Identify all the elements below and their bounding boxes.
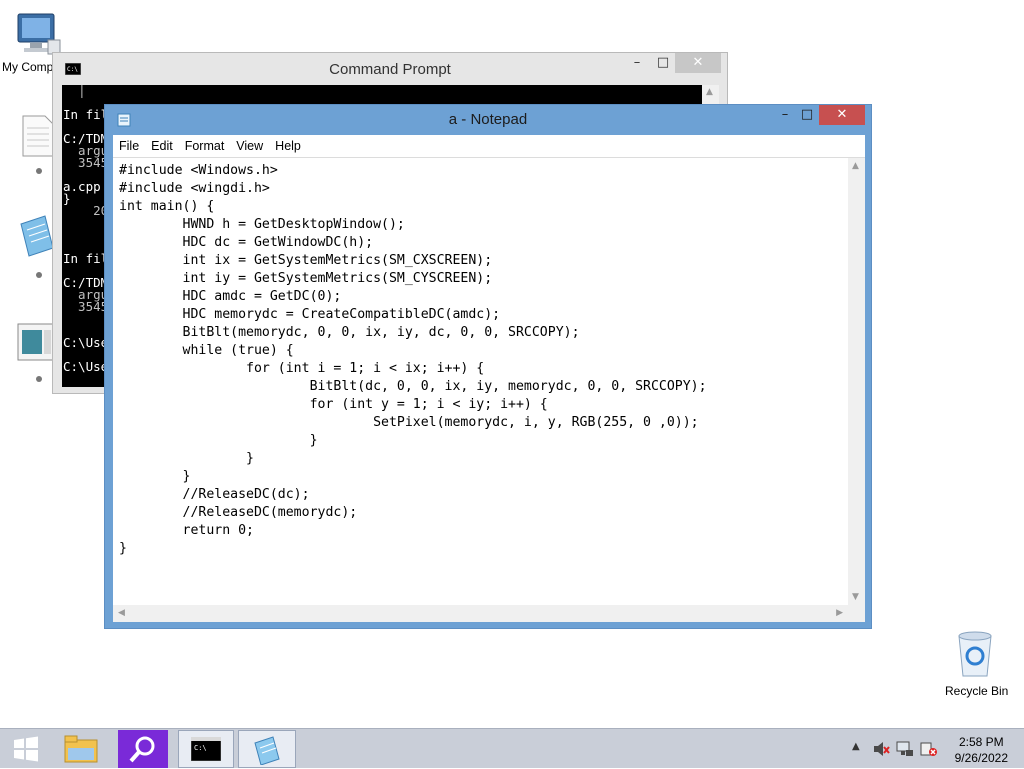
notepad-icon	[254, 736, 280, 765]
notepad-vertical-scrollbar[interactable]: ▲ ▼	[848, 158, 865, 605]
svg-text:C:\: C:\	[194, 744, 207, 752]
scrollbar-corner	[848, 605, 865, 622]
menu-format[interactable]: Format	[179, 135, 231, 157]
cmd-maximize-button[interactable]: □	[649, 53, 677, 73]
scroll-up-icon[interactable]: ▲	[706, 87, 713, 97]
scroll-up-icon[interactable]: ▲	[852, 161, 859, 171]
picture-icon	[17, 323, 55, 361]
windows-logo-icon	[14, 736, 38, 762]
trash-icon	[958, 631, 992, 677]
shortcut-overlay-icon	[36, 272, 42, 278]
scroll-right-icon[interactable]: ▶	[836, 608, 843, 618]
action-center-icon[interactable]	[920, 741, 938, 757]
notepad-menubar: File Edit Format View Help	[113, 135, 865, 158]
show-hidden-icons-icon[interactable]: ▲	[852, 741, 860, 752]
menu-view[interactable]: View	[230, 135, 269, 157]
folder-icon	[64, 735, 98, 763]
file-explorer-button[interactable]	[58, 730, 106, 768]
taskbar-clock[interactable]: 2:58 PM 9/26/2022	[955, 734, 1008, 766]
scroll-left-icon[interactable]: ◀	[118, 608, 125, 618]
menu-file[interactable]: File	[113, 135, 145, 157]
notepad-icon	[20, 215, 54, 257]
notepad-taskbar-button[interactable]	[238, 730, 296, 768]
clock-time: 2:58 PM	[958, 735, 1004, 749]
network-icon[interactable]	[896, 741, 914, 757]
my-computer-label: My Computer	[2, 60, 52, 74]
shortcut-overlay-icon	[36, 376, 42, 382]
notepad-maximize-button[interactable]: □	[793, 105, 821, 125]
clock-date: 9/26/2022	[954, 751, 1008, 765]
notepad-horizontal-scrollbar[interactable]: ◀ ▶	[113, 605, 848, 622]
taskbar: C:\ ▲ 2:58 PM 9/26/2022	[0, 728, 1024, 768]
notepad-title: a - Notepad	[448, 111, 528, 128]
notepad-window[interactable]: a - Notepad – □ ✕ File Edit Format View Help…	[104, 104, 872, 629]
menu-help[interactable]: Help	[269, 135, 307, 157]
command-prompt-taskbar-button[interactable]: C:\	[178, 730, 234, 768]
notepad-content[interactable]: #include <Windows.h> #include <wingdi.h>…	[113, 158, 865, 558]
console-line: │	[63, 85, 86, 98]
system-tray: ▲ 2:58 PM 9/26/2022	[846, 729, 1024, 769]
cmd-close-button[interactable]: ✕	[675, 53, 721, 73]
start-button[interactable]	[2, 730, 50, 768]
notepad-close-button[interactable]: ✕	[819, 105, 865, 125]
recycle-bin-icon[interactable]: Recycle Bin	[940, 630, 1010, 700]
volume-muted-icon[interactable]	[872, 741, 890, 757]
recycle-bin-label: Recycle Bin	[945, 684, 1009, 698]
notepad-text-area[interactable]: #include <Windows.h> #include <wingdi.h>…	[113, 158, 865, 622]
cmd-minimize-button[interactable]: –	[623, 53, 651, 73]
scroll-down-icon[interactable]: ▼	[852, 592, 859, 602]
search-app-button[interactable]	[118, 730, 168, 768]
cmd-icon: C:\	[191, 737, 221, 761]
menu-edit[interactable]: Edit	[145, 135, 179, 157]
cmd-titlebar[interactable]: C:\ Command Prompt – □ ✕	[53, 53, 727, 85]
notepad-titlebar[interactable]: a - Notepad – □ ✕	[105, 105, 871, 135]
shortcut-overlay-icon	[36, 168, 42, 174]
document-icon	[22, 115, 54, 157]
search-icon	[129, 736, 155, 763]
